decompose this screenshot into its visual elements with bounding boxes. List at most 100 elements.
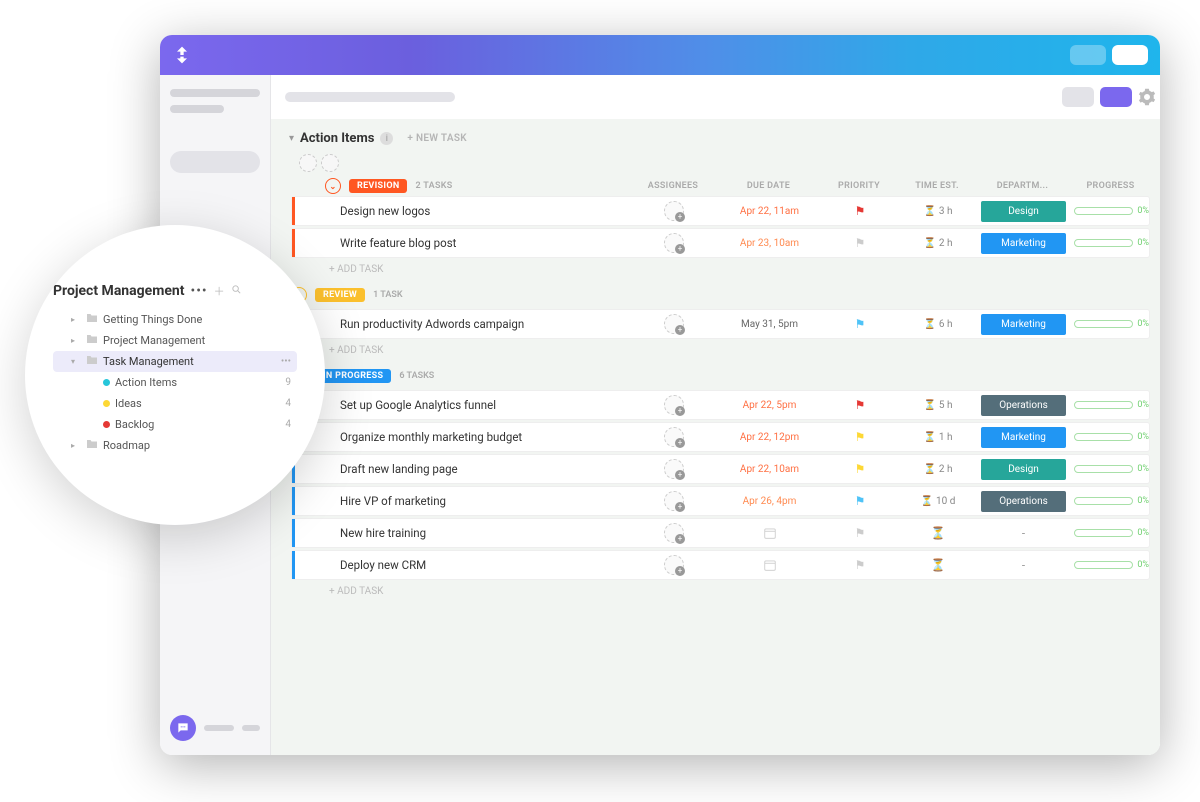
priority-flag[interactable]: ⚑ <box>825 494 895 508</box>
due-date[interactable]: Apr 22, 5pm <box>722 400 817 411</box>
department-cell[interactable]: Marketing <box>981 314 1066 335</box>
sidebar-search[interactable] <box>170 151 260 173</box>
task-name[interactable]: New hire training <box>326 520 626 546</box>
avatar-placeholder-icon[interactable] <box>299 154 317 172</box>
settings-icon[interactable] <box>1138 88 1156 106</box>
assignee-avatar-icon[interactable] <box>664 314 684 334</box>
progress-cell[interactable]: 0% <box>1074 528 1149 538</box>
add-task-button[interactable]: + ADD TASK <box>285 341 1156 366</box>
progress-cell[interactable]: 0% <box>1074 464 1149 474</box>
task-name[interactable]: Hire VP of marketing <box>326 488 626 514</box>
assignee-avatar-icon[interactable] <box>664 201 684 221</box>
column-time[interactable]: TIME EST. <box>902 181 972 191</box>
task-row[interactable]: Write feature blog post Apr 23, 10am ⚑ ⏳… <box>291 228 1150 258</box>
task-row[interactable]: Design new logos Apr 22, 11am ⚑ ⏳ 3 h De… <box>291 196 1150 226</box>
status-badge[interactable]: IN PROGRESS <box>315 369 391 383</box>
priority-flag[interactable]: ⚑ <box>825 430 895 444</box>
time-estimate[interactable]: ⏳ 6 h <box>903 319 973 330</box>
titlebar-button-2[interactable] <box>1112 45 1148 65</box>
department-cell[interactable]: Operations <box>981 395 1066 416</box>
column-progress[interactable]: PROGRESS <box>1073 181 1148 191</box>
due-date[interactable] <box>722 558 817 572</box>
new-task-button[interactable]: + NEW TASK <box>407 133 467 144</box>
task-row[interactable]: Hire VP of marketing Apr 26, 4pm ⚑ ⏳ 10 … <box>291 486 1150 516</box>
priority-flag[interactable]: ⚑ <box>825 317 895 331</box>
due-date[interactable]: Apr 23, 10am <box>722 238 817 249</box>
priority-flag[interactable]: ⚑ <box>825 526 895 540</box>
view-button-1[interactable] <box>1062 87 1094 107</box>
tree-folder-item[interactable]: ▸Getting Things Done <box>53 309 297 330</box>
time-estimate[interactable]: ⏳ <box>903 558 973 572</box>
progress-cell[interactable]: 0% <box>1074 206 1149 216</box>
assignee-avatar-icon[interactable] <box>664 555 684 575</box>
add-icon[interactable]: ＋ <box>214 283 225 299</box>
status-badge[interactable]: REVIEW <box>315 288 365 302</box>
titlebar-button-1[interactable] <box>1070 45 1106 65</box>
filter-avatars[interactable] <box>285 154 1156 172</box>
task-row[interactable]: Deploy new CRM ⚑ ⏳ - 0% <box>291 550 1150 580</box>
time-estimate[interactable]: ⏳ 3 h <box>903 206 973 217</box>
progress-cell[interactable]: 0% <box>1074 400 1149 410</box>
time-estimate[interactable]: ⏳ 2 h <box>903 464 973 475</box>
view-button-2[interactable] <box>1100 87 1132 107</box>
department-cell[interactable]: Operations <box>981 491 1066 512</box>
task-name[interactable]: Set up Google Analytics funnel <box>326 392 626 418</box>
progress-cell[interactable]: 0% <box>1074 560 1149 570</box>
assignee-avatar-icon[interactable] <box>664 427 684 447</box>
task-name[interactable]: Draft new landing page <box>326 456 626 482</box>
task-row[interactable]: Organize monthly marketing budget Apr 22… <box>291 422 1150 452</box>
time-estimate[interactable]: ⏳ <box>903 526 973 540</box>
task-row[interactable]: Run productivity Adwords campaign May 31… <box>291 309 1150 339</box>
task-row[interactable]: Set up Google Analytics funnel Apr 22, 5… <box>291 390 1150 420</box>
department-cell[interactable]: Marketing <box>981 233 1066 254</box>
due-date[interactable]: Apr 26, 4pm <box>722 496 817 507</box>
progress-cell[interactable]: 0% <box>1074 319 1149 329</box>
time-estimate[interactable]: ⏳ 2 h <box>903 238 973 249</box>
priority-flag[interactable]: ⚑ <box>825 558 895 572</box>
tree-folder-item[interactable]: ▾Task Management••• <box>53 351 297 372</box>
time-estimate[interactable]: ⏳ 5 h <box>903 400 973 411</box>
more-icon[interactable]: ••• <box>190 283 207 299</box>
status-toggle-icon[interactable]: ⌄ <box>325 178 341 194</box>
priority-flag[interactable]: ⚑ <box>825 204 895 218</box>
add-task-button[interactable]: + ADD TASK <box>285 582 1156 607</box>
assignee-avatar-icon[interactable] <box>664 233 684 253</box>
tree-list-item[interactable]: Backlog4 <box>53 414 297 435</box>
column-department[interactable]: DEPARTM... <box>980 181 1065 191</box>
task-name[interactable]: Organize monthly marketing budget <box>326 424 626 450</box>
department-cell[interactable]: Design <box>981 459 1066 480</box>
due-date[interactable] <box>722 526 817 540</box>
priority-flag[interactable]: ⚑ <box>825 398 895 412</box>
department-cell[interactable]: Marketing <box>981 427 1066 448</box>
assignee-avatar-icon[interactable] <box>664 459 684 479</box>
due-date[interactable]: Apr 22, 10am <box>722 464 817 475</box>
tree-folder-item[interactable]: ▸Project Management <box>53 330 297 351</box>
column-due[interactable]: DUE DATE <box>721 181 816 191</box>
assignee-avatar-icon[interactable] <box>664 523 684 543</box>
priority-flag[interactable]: ⚑ <box>825 236 895 250</box>
due-date[interactable]: Apr 22, 11am <box>722 206 817 217</box>
department-cell[interactable]: - <box>981 558 1066 572</box>
assignee-avatar-icon[interactable] <box>664 395 684 415</box>
avatar-placeholder-icon[interactable] <box>321 154 339 172</box>
info-icon[interactable]: i <box>380 132 393 145</box>
search-icon[interactable] <box>231 284 242 298</box>
priority-flag[interactable]: ⚑ <box>825 462 895 476</box>
more-icon[interactable]: ••• <box>281 356 291 367</box>
task-name[interactable]: Write feature blog post <box>326 230 626 256</box>
progress-cell[interactable]: 0% <box>1074 238 1149 248</box>
time-estimate[interactable]: ⏳ 1 h <box>903 432 973 443</box>
chat-button[interactable] <box>170 715 196 741</box>
task-row[interactable]: Draft new landing page Apr 22, 10am ⚑ ⏳ … <box>291 454 1150 484</box>
collapse-icon[interactable]: ▾ <box>289 133 294 144</box>
department-cell[interactable]: Design <box>981 201 1066 222</box>
due-date[interactable]: Apr 22, 12pm <box>722 432 817 443</box>
department-cell[interactable]: - <box>981 526 1066 540</box>
tree-folder-item[interactable]: ▸Roadmap <box>53 435 297 456</box>
due-date[interactable]: May 31, 5pm <box>722 319 817 330</box>
task-name[interactable]: Deploy new CRM <box>326 552 626 578</box>
column-assignees[interactable]: ASSIGNEES <box>633 181 713 191</box>
tree-list-item[interactable]: Action Items9 <box>53 372 297 393</box>
add-task-button[interactable]: + ADD TASK <box>285 260 1156 285</box>
tree-list-item[interactable]: Ideas4 <box>53 393 297 414</box>
